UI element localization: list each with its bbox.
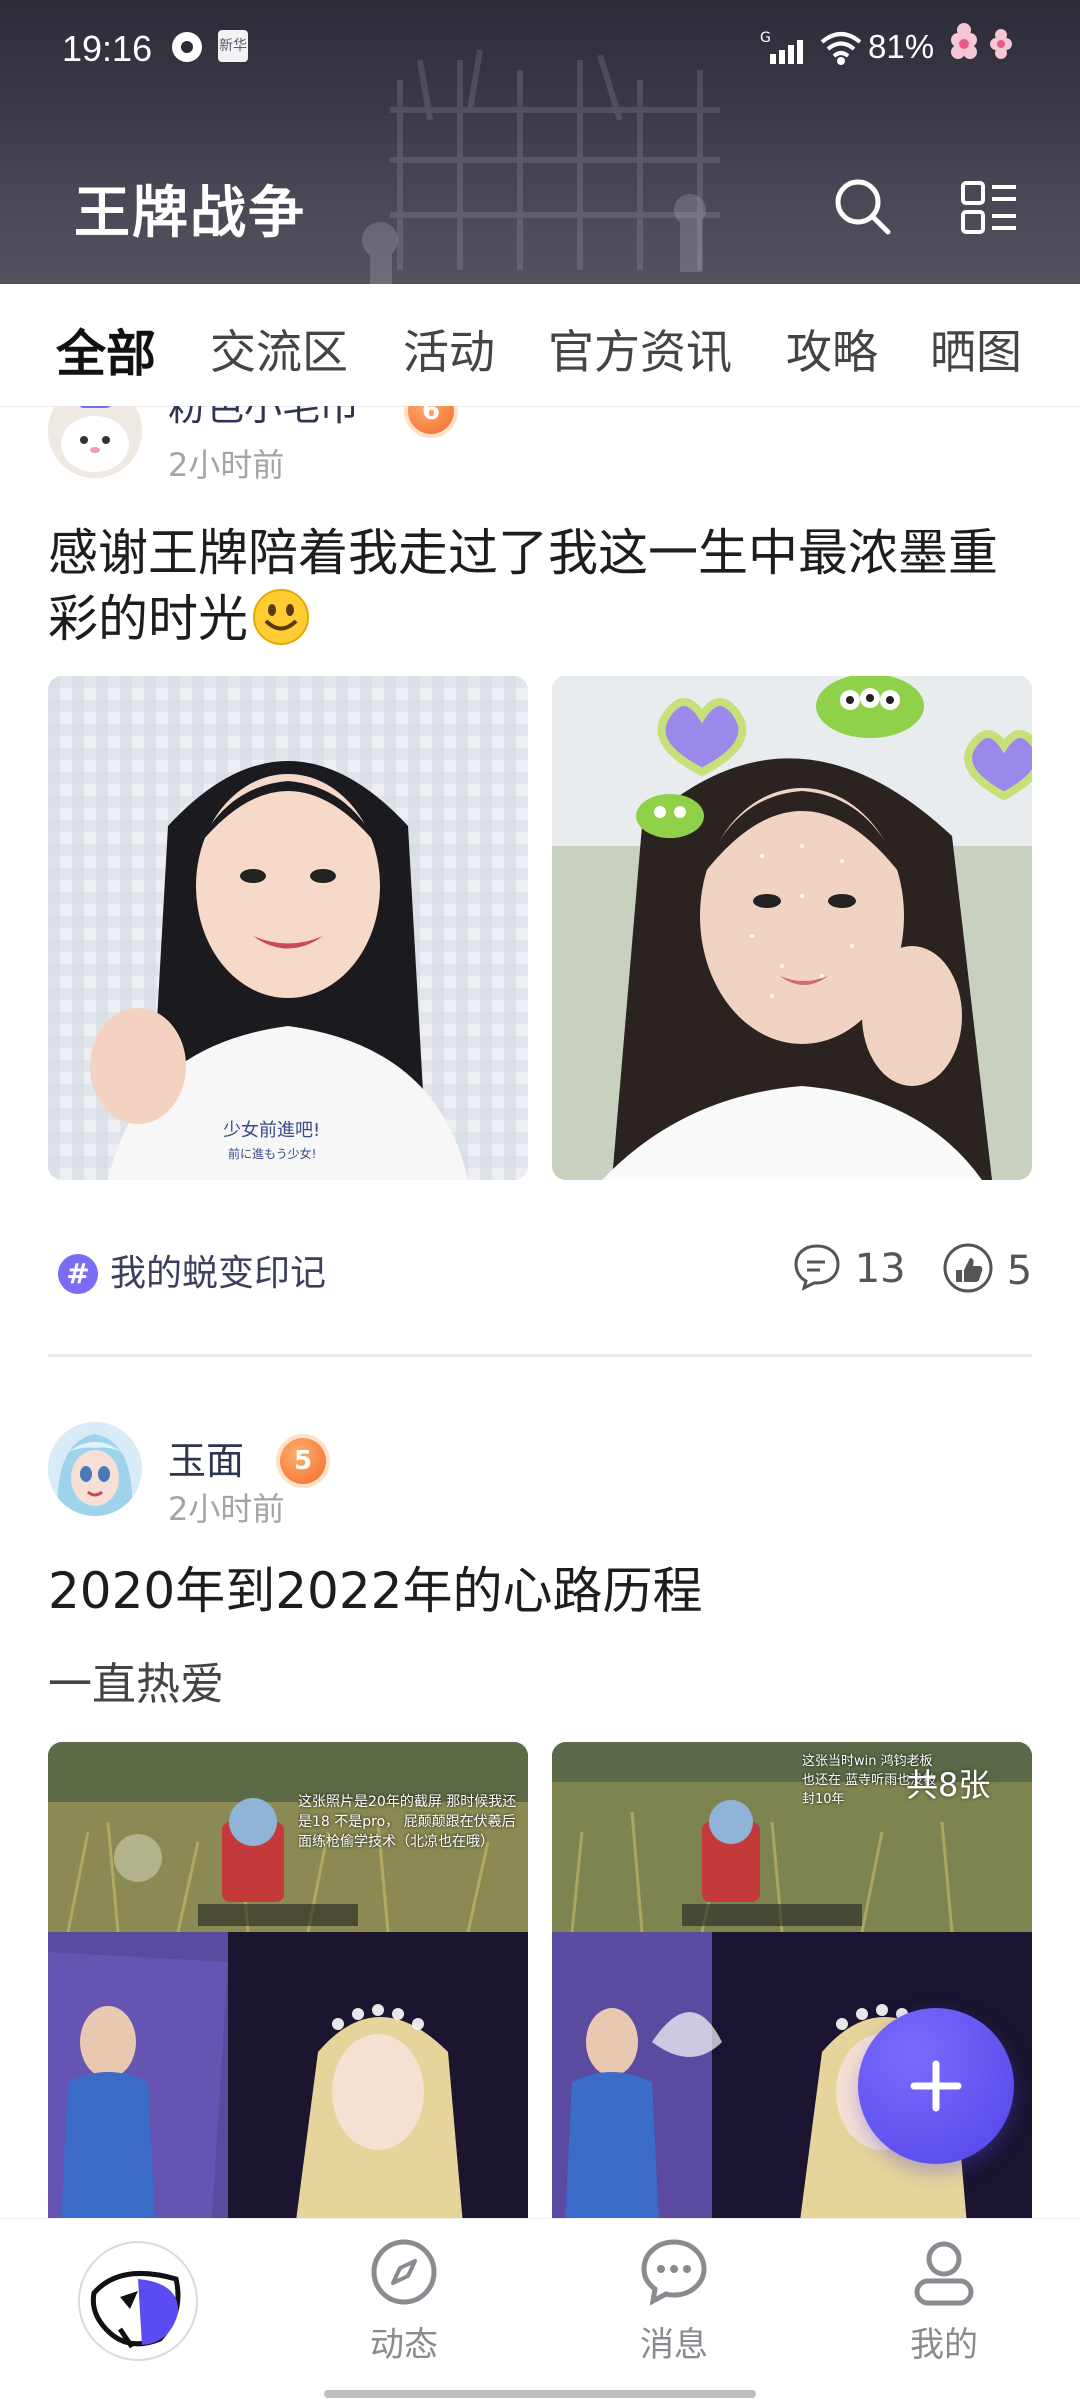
category-tabs: 全部 交流区 活动 官方资讯 攻略 晒图 [0, 284, 1080, 407]
like-icon [943, 1243, 993, 1293]
profile-icon [914, 2241, 974, 2306]
create-post-button[interactable] [858, 2008, 1014, 2164]
tab-discussion[interactable]: 交流区 [210, 316, 348, 382]
tab-official-news[interactable]: 官方资讯 [548, 316, 732, 382]
avatar[interactable] [48, 1422, 142, 1516]
avatar[interactable] [48, 406, 142, 478]
clock: 19:16 [62, 28, 153, 69]
post-title[interactable]: 感谢王牌陪着我走过了我这一生中最浓墨重彩的时光 [48, 520, 1038, 652]
like-count[interactable]: 5 [942, 1242, 1032, 1294]
comment-count[interactable]: 13 [792, 1242, 906, 1292]
app-header: 19:16 新华 G 81% 王牌战争 [0, 0, 1080, 284]
nav-feed-label: 动态 [370, 2325, 438, 2365]
image-count-badge: 共8张 [906, 1766, 991, 1804]
post-time: 2小时前 [168, 446, 285, 484]
like-count-value: 5 [1006, 1248, 1033, 1294]
comment-count-value: 13 [854, 1246, 906, 1292]
level-badge: 5 [280, 1438, 326, 1484]
bottom-navigation: 动态 消息 我的 [0, 2218, 1080, 2405]
comment-icon [794, 1244, 840, 1291]
nav-profile-label: 我的 [910, 2325, 978, 2365]
game-logo-icon [82, 2245, 194, 2357]
menu-icon[interactable] [960, 180, 1018, 236]
chat-icon [641, 2239, 707, 2306]
post-feed[interactable]: 粉色小毛巾 6 2小时前 感谢王牌陪着我走过了我这一生中最浓墨重彩的时光 少女前… [0, 406, 1080, 2218]
tab-events[interactable]: 活动 [403, 316, 495, 382]
nav-messages[interactable]: 消息 [604, 2237, 744, 2366]
nav-profile[interactable]: 我的 [874, 2237, 1014, 2366]
topic-tag[interactable]: # 我的蜕变印记 [58, 1244, 326, 1296]
level-badge: 6 [408, 406, 454, 434]
flower-sticker-icon [951, 23, 1012, 59]
post-subtitle: 一直热爱 [48, 1659, 224, 1710]
notification-app-icon [172, 32, 202, 62]
hamster-avatar-image [48, 406, 142, 478]
wifi-icon [820, 32, 862, 65]
post-divider [48, 1354, 1032, 1357]
nav-home-button[interactable] [78, 2241, 198, 2361]
post-title-text: 感谢王牌陪着我走过了我这一生中最浓墨重彩的时光 [48, 524, 998, 648]
tab-photos[interactable]: 晒图 [930, 316, 1022, 382]
home-indicator[interactable] [324, 2390, 756, 2398]
post-image[interactable]: 这张照片是20年的截屏 那时候我还是18 不是pro， 屁颠颠跟在伏羲后面练枪偷… [48, 1742, 528, 2218]
post-time: 2小时前 [168, 1490, 285, 1528]
nav-feed[interactable]: 动态 [334, 2237, 474, 2366]
tab-guides[interactable]: 攻略 [786, 316, 878, 382]
plus-icon [910, 2060, 962, 2112]
svg-text:少女前進吧!: 少女前進吧! [223, 1120, 320, 1141]
username[interactable]: 玉面 [168, 1430, 244, 1485]
topic-tag-label: 我的蜕变印记 [110, 1253, 327, 1294]
post-image[interactable]: 少女前進吧! 前に進もう少女! [48, 676, 528, 1180]
status-bar: 19:16 新华 G 81% [0, 0, 1080, 96]
compass-icon [371, 2239, 437, 2305]
post-image[interactable] [552, 676, 1032, 1180]
svg-text:前に進もう少女!: 前に進もう少女! [228, 1146, 316, 1161]
username[interactable]: 粉色小毛巾 [168, 406, 358, 431]
smile-emoji-icon [253, 589, 309, 645]
anime-avatar-image [48, 1422, 142, 1516]
svg-text:G: G [760, 30, 771, 46]
selfie-photo-2 [552, 676, 1032, 1180]
nav-messages-label: 消息 [640, 2325, 708, 2365]
game-collage-photo-1: 这张照片是20年的截屏 那时候我还是18 不是pro， 屁颠颠跟在伏羲后面练枪偷… [48, 1742, 528, 2218]
tab-all[interactable]: 全部 [56, 314, 156, 386]
battery-level: 81% [868, 28, 935, 65]
post-title[interactable]: 2020年到2022年的心路历程 [48, 1558, 1038, 1624]
selfie-photo-1: 少女前進吧! 前に進もう少女! [48, 676, 528, 1180]
hashtag-icon: # [58, 1254, 98, 1294]
signal-icon: G [760, 30, 803, 64]
news-app-icon: 新华 [218, 30, 248, 62]
page-title: 王牌战争 [74, 181, 306, 246]
search-icon[interactable] [832, 176, 892, 236]
